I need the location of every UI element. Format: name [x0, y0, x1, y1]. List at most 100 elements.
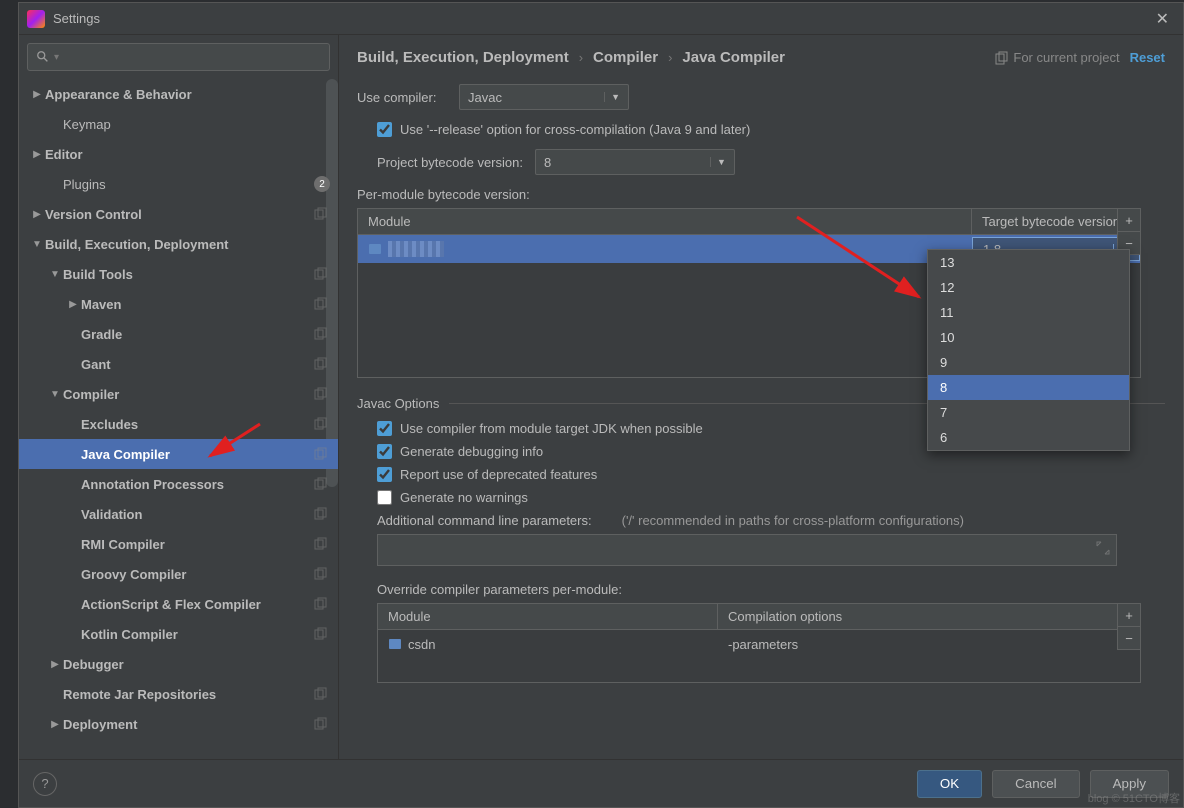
dropdown-option[interactable]: 6	[928, 425, 1129, 450]
chevron-icon: ▼	[29, 239, 45, 250]
sidebar-item-debugger[interactable]: ▶Debugger	[19, 649, 338, 679]
copy-icon	[314, 417, 328, 431]
help-button[interactable]: ?	[33, 772, 57, 796]
sidebar-item-rmi-compiler[interactable]: RMI Compiler	[19, 529, 338, 559]
use-target-jdk-checkbox[interactable]	[377, 421, 392, 436]
sidebar-item-annotation-processors[interactable]: Annotation Processors	[19, 469, 338, 499]
sidebar-item-maven[interactable]: ▶Maven	[19, 289, 338, 319]
copy-icon	[314, 447, 328, 461]
search-icon	[36, 50, 50, 64]
apply-button[interactable]: Apply	[1090, 770, 1169, 798]
sidebar-item-editor[interactable]: ▶Editor	[19, 139, 338, 169]
sidebar-item-version-control[interactable]: ▶Version Control	[19, 199, 338, 229]
copy-icon	[314, 627, 328, 641]
for-project-label: For current project	[995, 50, 1119, 65]
add-row-button[interactable]: +	[1117, 208, 1141, 232]
copy-icon	[995, 51, 1009, 65]
search-input[interactable]: ▾	[27, 43, 330, 71]
app-logo-icon	[27, 10, 45, 28]
dropdown-option[interactable]: 11	[928, 300, 1129, 325]
deprecated-checkbox[interactable]	[377, 467, 392, 482]
add-row-button[interactable]: +	[1117, 603, 1141, 627]
copy-icon	[314, 597, 328, 611]
chevron-icon: ▶	[29, 209, 45, 220]
chevron-icon: ▶	[47, 659, 63, 670]
override-label: Override compiler parameters per-module:	[377, 582, 1165, 597]
cmdline-hint: ('/' recommended in paths for cross-plat…	[622, 513, 964, 528]
copy-icon	[314, 327, 328, 341]
sidebar-item-groovy-compiler[interactable]: Groovy Compiler	[19, 559, 338, 589]
sidebar-item-gant[interactable]: Gant	[19, 349, 338, 379]
cancel-button[interactable]: Cancel	[992, 770, 1080, 798]
remove-row-button[interactable]: −	[1117, 626, 1141, 650]
reset-link[interactable]: Reset	[1130, 50, 1165, 65]
module-icon	[368, 242, 382, 256]
chevron-icon: ▼	[47, 389, 63, 400]
chevron-icon: ▶	[47, 719, 63, 730]
sidebar-item-build-tools[interactable]: ▼Build Tools	[19, 259, 338, 289]
debug-info-checkbox[interactable]	[377, 444, 392, 459]
dropdown-option[interactable]: 9	[928, 350, 1129, 375]
no-warnings-checkbox[interactable]	[377, 490, 392, 505]
content-panel: Build, Execution, Deployment › Compiler …	[339, 35, 1183, 759]
sidebar-item-deployment[interactable]: ▶Deployment	[19, 709, 338, 739]
ok-button[interactable]: OK	[917, 770, 982, 798]
use-compiler-label: Use compiler:	[357, 90, 447, 105]
override-table: Module Compilation options csdn -paramet…	[377, 603, 1141, 683]
sidebar-item-excludes[interactable]: Excludes	[19, 409, 338, 439]
use-compiler-dropdown[interactable]: Javac▼	[459, 84, 629, 110]
window-title: Settings	[53, 11, 1150, 26]
copy-icon	[314, 537, 328, 551]
sidebar-item-plugins[interactable]: Plugins2	[19, 169, 338, 199]
copy-icon	[314, 477, 328, 491]
chevron-icon: ▶	[29, 89, 45, 100]
dropdown-option[interactable]: 12	[928, 275, 1129, 300]
copy-icon	[314, 207, 328, 221]
sidebar-item-remote-jar-repositories[interactable]: Remote Jar Repositories	[19, 679, 338, 709]
module-icon	[388, 637, 402, 651]
settings-tree[interactable]: ▶Appearance & BehaviorKeymap▶EditorPlugi…	[19, 79, 338, 759]
copy-icon	[314, 567, 328, 581]
sidebar-item-keymap[interactable]: Keymap	[19, 109, 338, 139]
badge: 2	[314, 176, 330, 192]
sidebar-item-compiler[interactable]: ▼Compiler	[19, 379, 338, 409]
sidebar-item-gradle[interactable]: Gradle	[19, 319, 338, 349]
sidebar-item-validation[interactable]: Validation	[19, 499, 338, 529]
javac-options-label: Javac Options	[357, 396, 439, 411]
release-option-checkbox[interactable]	[377, 122, 392, 137]
copy-icon	[314, 357, 328, 371]
dropdown-option[interactable]: 8	[928, 375, 1129, 400]
copy-icon	[314, 687, 328, 701]
dropdown-option[interactable]: 7	[928, 400, 1129, 425]
table-row[interactable]: csdn -parameters	[378, 630, 1140, 658]
chevron-icon: ▶	[29, 149, 45, 160]
module-name-redacted	[388, 241, 444, 257]
per-module-label: Per-module bytecode version:	[357, 187, 1165, 202]
close-icon[interactable]: ✕	[1150, 7, 1175, 31]
copy-icon	[314, 387, 328, 401]
copy-icon	[314, 297, 328, 311]
sidebar-item-java-compiler[interactable]: Java Compiler	[19, 439, 338, 469]
settings-window: Settings ✕ ▾ ▶Appearance & BehaviorKeyma…	[18, 2, 1184, 808]
bytecode-version-dropdown[interactable]: 131211109876	[927, 249, 1130, 451]
chevron-icon: ▶	[65, 299, 81, 310]
project-bytecode-dropdown[interactable]: 8▼	[535, 149, 735, 175]
copy-icon	[314, 717, 328, 731]
breadcrumb: Build, Execution, Deployment › Compiler …	[357, 49, 1165, 66]
dropdown-option[interactable]: 13	[928, 250, 1129, 275]
expand-icon[interactable]	[1096, 541, 1110, 555]
dropdown-option[interactable]: 10	[928, 325, 1129, 350]
copy-icon	[314, 507, 328, 521]
sidebar-item-appearance-behavior[interactable]: ▶Appearance & Behavior	[19, 79, 338, 109]
cmdline-params-input[interactable]	[377, 534, 1117, 566]
sidebar-item-actionscript-flex-compiler[interactable]: ActionScript & Flex Compiler	[19, 589, 338, 619]
chevron-icon: ▼	[47, 269, 63, 280]
sidebar: ▾ ▶Appearance & BehaviorKeymap▶EditorPlu…	[19, 35, 339, 759]
copy-icon	[314, 267, 328, 281]
project-bytecode-label: Project bytecode version:	[377, 155, 523, 170]
sidebar-item-build-execution-deployment[interactable]: ▼Build, Execution, Deployment	[19, 229, 338, 259]
sidebar-item-kotlin-compiler[interactable]: Kotlin Compiler	[19, 619, 338, 649]
cmdline-params-label: Additional command line parameters:	[377, 513, 592, 528]
dialog-footer: ? OK Cancel Apply	[19, 759, 1183, 807]
titlebar: Settings ✕	[19, 3, 1183, 35]
